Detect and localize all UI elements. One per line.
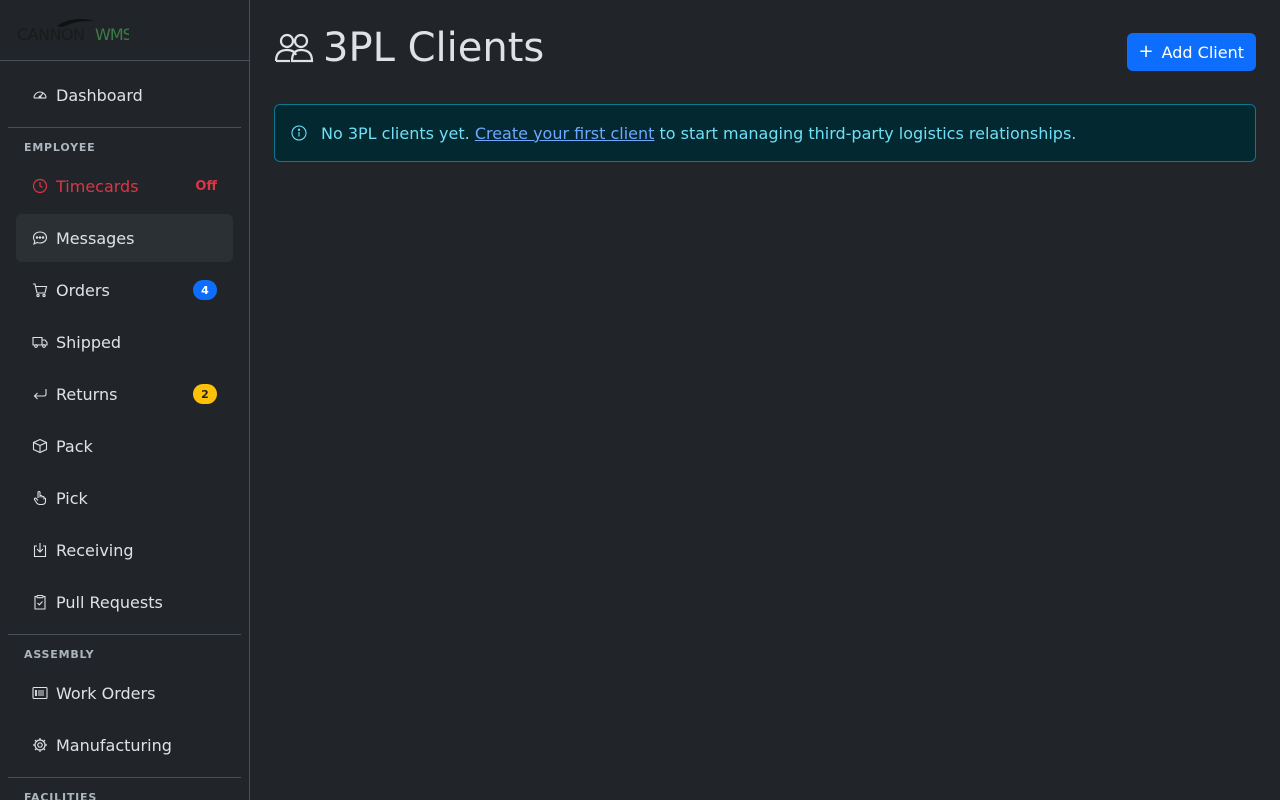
plus-icon: +: [1138, 41, 1154, 62]
sidebar-item-label: Dashboard: [56, 85, 143, 105]
sidebar: CANNON WMS Dashboard EMPLOYEE Timecards …: [0, 0, 250, 800]
cannon-wms-logo[interactable]: CANNON WMS: [17, 16, 129, 44]
clock-icon: [32, 178, 48, 194]
page-title: 3PL Clients: [323, 25, 545, 71]
sidebar-item-pull-requests[interactable]: Pull Requests: [16, 578, 233, 626]
section-label-assembly: ASSEMBLY: [24, 647, 95, 661]
sidebar-item-label: Manufacturing: [56, 735, 172, 755]
section-label-employee: EMPLOYEE: [24, 140, 96, 154]
gear-icon: [32, 737, 48, 753]
title-wrap: 3PL Clients: [274, 25, 544, 71]
returns-count-badge: 2: [193, 384, 217, 404]
sidebar-item-label: Messages: [56, 228, 135, 248]
truck-icon: [32, 334, 48, 350]
add-client-label: Add Client: [1161, 42, 1244, 62]
sidebar-item-shipped[interactable]: Shipped: [16, 318, 233, 366]
box-arrow-in-down-icon: [32, 542, 48, 558]
box-icon: [32, 438, 48, 454]
sidebar-item-label: Returns: [56, 384, 118, 404]
sidebar-item-pick[interactable]: Pick: [16, 474, 233, 522]
sidebar-nav: Dashboard EMPLOYEE Timecards Off Message…: [0, 71, 249, 800]
cart-icon: [32, 282, 48, 298]
info-circle-icon: [291, 125, 307, 141]
sidebar-item-label: Pick: [56, 488, 88, 508]
sidebar-item-label: Shipped: [56, 332, 122, 352]
sidebar-item-label: Pull Requests: [56, 592, 163, 612]
sidebar-item-orders[interactable]: Orders 4: [16, 266, 233, 314]
logo-suffix: WMS: [95, 25, 129, 44]
speedometer-icon: [32, 87, 48, 103]
empty-state-alert: No 3PL clients yet. Create your first cl…: [274, 104, 1256, 162]
clipboard-check-icon: [32, 594, 48, 610]
brand-header: CANNON WMS: [0, 0, 249, 61]
sidebar-item-label: Pack: [56, 436, 93, 456]
sidebar-item-label: Work Orders: [56, 683, 156, 703]
sidebar-item-work-orders[interactable]: Work Orders: [16, 669, 233, 717]
sidebar-item-returns[interactable]: Returns 2: [16, 370, 233, 418]
sidebar-item-label: Timecards: [56, 176, 139, 196]
sidebar-item-timecards[interactable]: Timecards Off: [16, 162, 233, 210]
logo-word: CANNON: [17, 25, 85, 44]
add-client-button[interactable]: + Add Client: [1126, 33, 1256, 71]
sidebar-item-pack[interactable]: Pack: [16, 422, 233, 470]
alert-text-before: No 3PL clients yet.: [321, 123, 470, 143]
sidebar-item-receiving[interactable]: Receiving: [16, 526, 233, 574]
sidebar-item-dashboard[interactable]: Dashboard: [16, 71, 233, 119]
return-arrow-icon: [32, 386, 48, 402]
hand-pointer-icon: [32, 490, 48, 506]
chat-dots-icon: [32, 230, 48, 246]
orders-count-badge: 4: [193, 280, 217, 300]
sidebar-item-manufacturing[interactable]: Manufacturing: [16, 721, 233, 769]
card-list-icon: [32, 685, 48, 701]
create-first-client-link[interactable]: Create your first client: [475, 124, 655, 143]
app-root: CANNON WMS Dashboard EMPLOYEE Timecards …: [0, 0, 1280, 800]
sidebar-item-messages[interactable]: Messages: [16, 214, 233, 262]
main-content: 3PL Clients + Add Client No 3PL clients …: [250, 0, 1280, 800]
page-header: 3PL Clients + Add Client: [274, 0, 1256, 96]
section-label-facilities: FACILITIES: [24, 790, 98, 800]
timecards-status: Off: [195, 178, 217, 194]
sidebar-item-label: Receiving: [56, 540, 134, 560]
alert-text-after: to start managing third-party logistics …: [659, 123, 1077, 143]
sidebar-item-label: Orders: [56, 280, 110, 300]
people-icon: [274, 28, 314, 68]
